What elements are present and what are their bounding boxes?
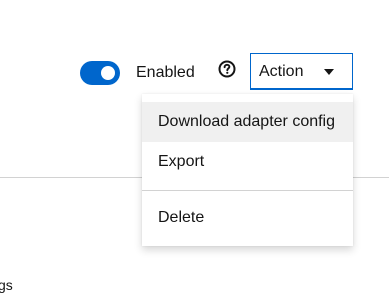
enabled-toggle[interactable] [80,61,120,85]
menu-item-export[interactable]: Export [142,142,353,182]
menu-item-delete[interactable]: Delete [142,198,353,238]
question-circle-icon[interactable] [218,60,236,78]
action-dropdown-toggle[interactable]: Action [250,53,353,90]
enabled-label: Enabled [136,64,195,81]
action-menu: Download adapter config Export Delete [142,94,353,246]
menu-item-download-adapter-config[interactable]: Download adapter config [142,102,353,142]
action-label: Action [259,63,304,80]
menu-separator [142,190,353,191]
toggle-knob [101,66,115,80]
caret-down-icon [324,69,334,75]
page: Enabled Action gs Download adapter confi… [0,0,389,295]
partial-text: gs [0,277,13,293]
